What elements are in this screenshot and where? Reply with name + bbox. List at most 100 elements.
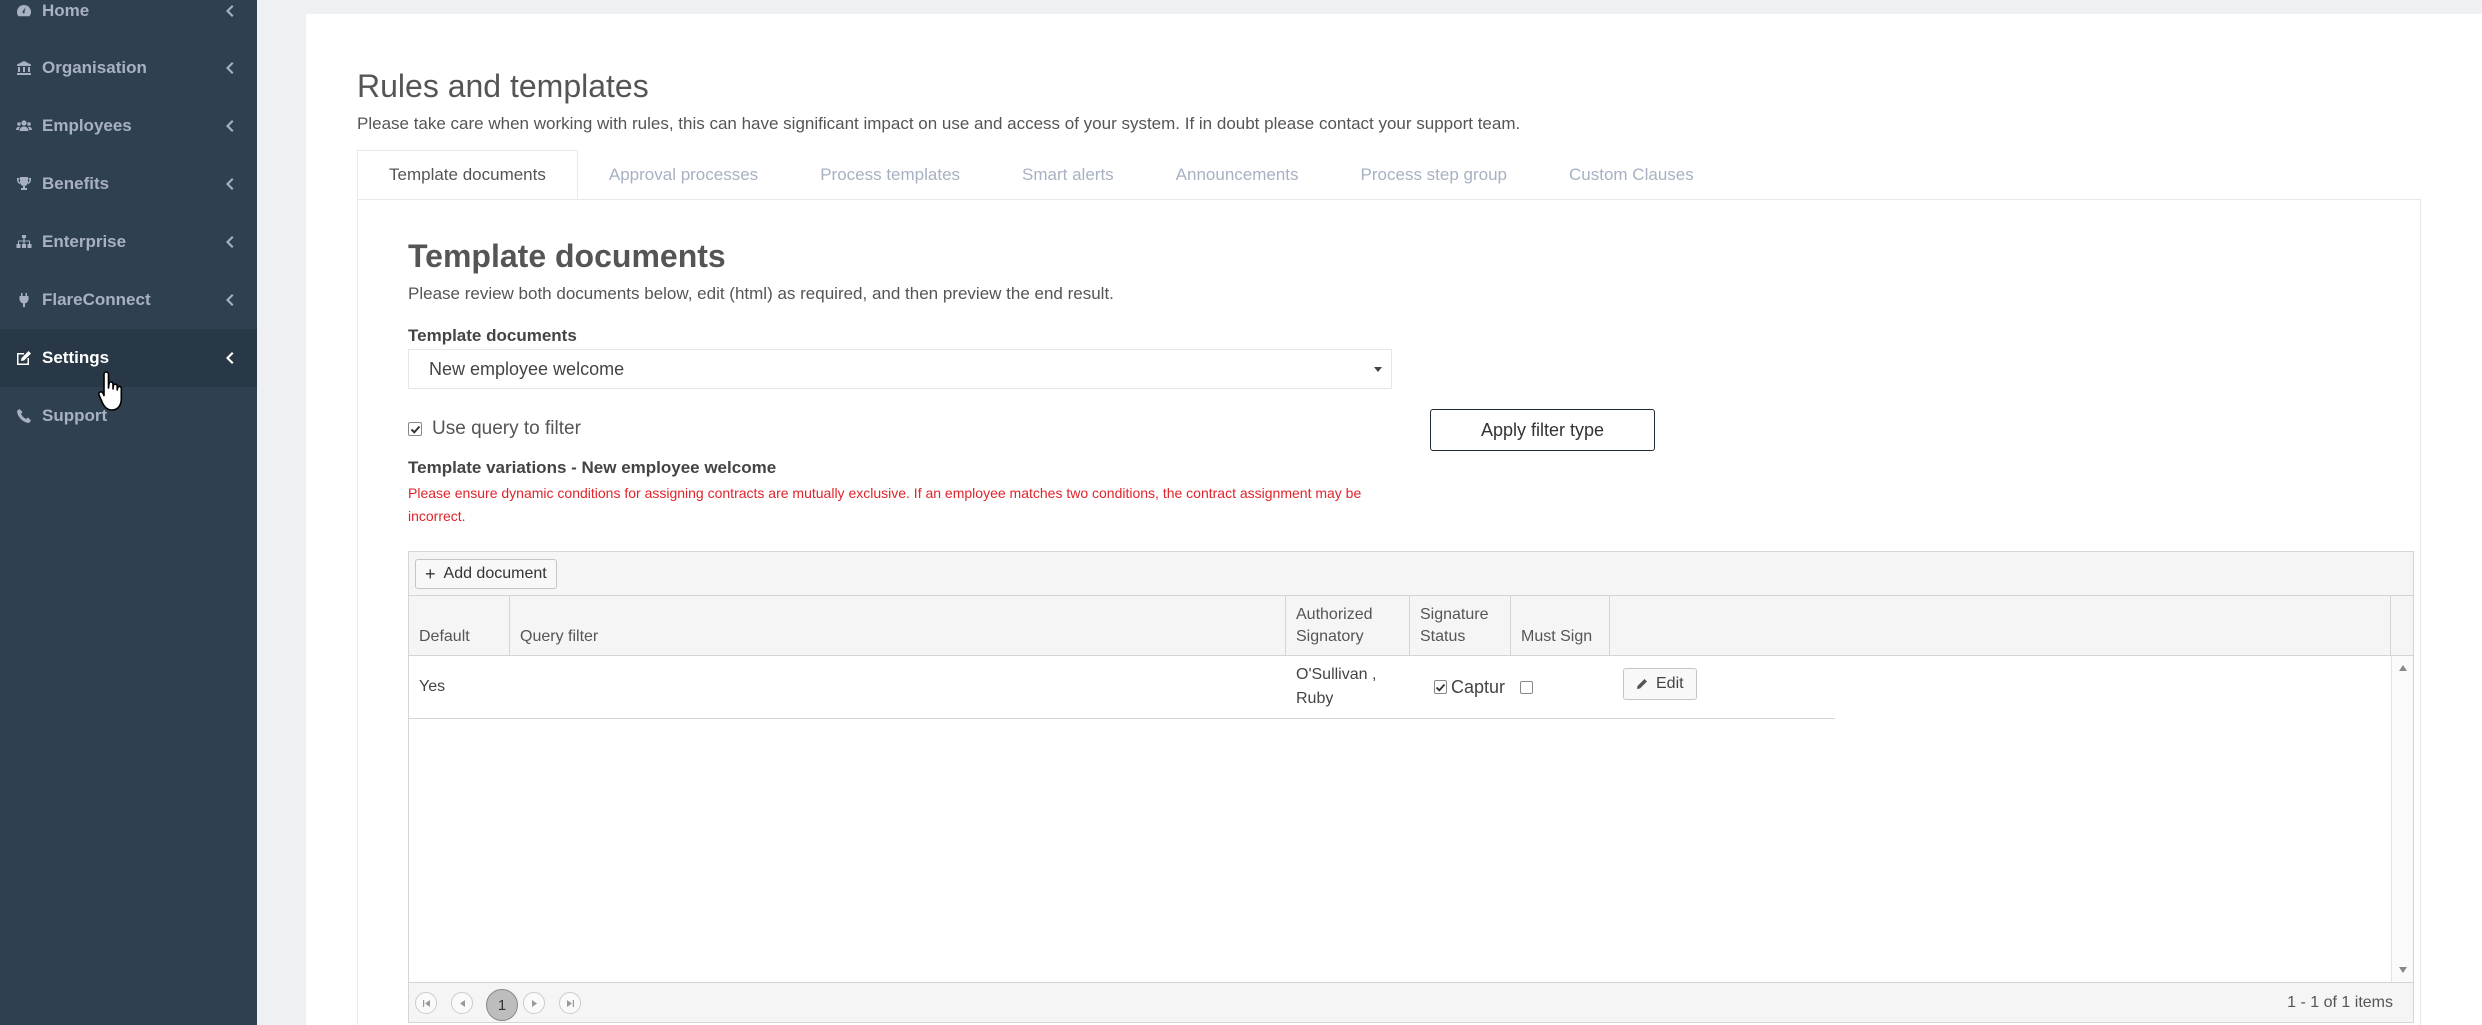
sidebar-item-label: Settings — [42, 348, 110, 367]
template-variations-title: Template variations - New employee welco… — [408, 458, 777, 477]
column-header-actions — [1610, 596, 2391, 656]
pencil-icon — [1637, 679, 1647, 689]
next-page-icon — [531, 999, 537, 1007]
last-page-button[interactable] — [559, 992, 581, 1014]
sidebar-item-label: Enterprise — [42, 232, 127, 251]
tab-announcements[interactable]: Announcements — [1145, 150, 1330, 200]
use-query-row: Use query to filter — [408, 418, 581, 440]
sidebar-item-organisation[interactable]: Organisation — [0, 39, 257, 97]
chevron-left-icon — [223, 178, 235, 190]
sitemap-icon — [14, 234, 34, 250]
chevron-left-icon — [223, 62, 235, 74]
cell-authorized-signatory: O'Sullivan , Ruby — [1286, 656, 1410, 718]
caret-down-icon — [1374, 367, 1382, 372]
edit-label: Edit — [1656, 675, 1684, 692]
first-page-button[interactable] — [415, 992, 437, 1014]
warning-message: Please ensure dynamic conditions for ass… — [408, 485, 1362, 524]
tab-approval-processes[interactable]: Approval processes — [578, 150, 789, 200]
last-page-icon — [566, 999, 574, 1007]
template-documents-label: Template documents — [408, 326, 577, 345]
chevron-left-icon — [223, 294, 235, 306]
chevron-left-icon — [223, 5, 235, 17]
grid-toolbar: + Add document — [409, 552, 2413, 596]
users-icon — [14, 118, 34, 134]
check-icon — [1435, 683, 1446, 692]
use-query-checkbox[interactable] — [408, 422, 422, 436]
sidebar-item-label: Employees — [42, 116, 132, 135]
pager-info: 1 - 1 of 1 items — [2287, 994, 2393, 1011]
page-title: Rules and templates — [357, 68, 649, 104]
tab-template-documents[interactable]: Template documents — [357, 150, 578, 200]
column-header-label: Signature — [1420, 606, 1489, 623]
sidebar-item-label: Benefits — [42, 174, 110, 193]
current-page-button[interactable]: 1 — [486, 989, 518, 1021]
edit-button[interactable]: Edit — [1623, 668, 1697, 700]
column-header-must-sign[interactable]: Must Sign — [1511, 596, 1610, 656]
tab-process-step-group[interactable]: Process step group — [1330, 150, 1538, 200]
plus-icon: + — [425, 563, 436, 584]
tab-process-templates[interactable]: Process templates — [789, 150, 991, 200]
previous-page-button[interactable] — [451, 992, 473, 1014]
column-header-label: Default — [419, 628, 470, 645]
next-page-button[interactable] — [523, 992, 545, 1014]
column-header-label: Authorized — [1296, 606, 1373, 623]
scroll-up-icon[interactable] — [2398, 664, 2408, 672]
sidebar-item-support[interactable]: Support — [0, 387, 257, 445]
column-header-label: Status — [1420, 628, 1466, 645]
trophy-icon — [14, 176, 34, 192]
tab-custom-clauses[interactable]: Custom Clauses — [1538, 150, 1725, 200]
signature-status-text: Captur — [1451, 677, 1506, 697]
sidebar-item-enterprise[interactable]: Enterprise — [0, 213, 257, 271]
sidebar-item-employees[interactable]: Employees — [0, 97, 257, 155]
institution-icon — [14, 60, 34, 76]
signatory-name-line: O'Sullivan , — [1296, 666, 1377, 683]
sidebar-item-label: Organisation — [42, 58, 147, 77]
use-query-label: Use query to filter — [432, 418, 581, 439]
edit-icon — [14, 350, 34, 366]
template-variations-grid: + Add document Default Query filter Auth… — [408, 551, 2414, 1023]
add-document-button[interactable]: + Add document — [415, 559, 557, 589]
add-document-label: Add document — [443, 565, 547, 582]
selected-document: New employee welcome — [429, 358, 625, 379]
template-document-select[interactable]: New employee welcome — [408, 349, 1392, 389]
hand-cursor-icon — [97, 371, 123, 411]
must-sign-checkbox[interactable] — [1520, 680, 1533, 694]
tab-bar: Template documents Approval processes Pr… — [357, 150, 1725, 200]
column-header-default[interactable]: Default — [409, 596, 510, 656]
dashboard-icon — [14, 3, 34, 19]
sidebar-item-flareconnect[interactable]: FlareConnect — [0, 271, 257, 329]
chevron-left-icon — [223, 120, 235, 132]
first-page-icon — [422, 999, 430, 1007]
page-description: Please take care when working with rules… — [357, 114, 1521, 133]
grid-header: Default Query filter Authorized Signator… — [409, 596, 2413, 656]
cell-must-sign — [1511, 656, 1610, 718]
signature-status-checkbox[interactable] — [1434, 680, 1447, 694]
column-header-query-filter[interactable]: Query filter — [510, 596, 1286, 656]
sidebar-item-home[interactable]: Home — [0, 0, 257, 40]
vertical-scrollbar[interactable] — [2391, 656, 2413, 982]
section-description: Please review both documents below, edit… — [408, 284, 1114, 303]
scroll-down-icon[interactable] — [2398, 966, 2408, 974]
chevron-left-icon — [223, 236, 235, 248]
section-title: Template documents — [408, 238, 726, 274]
sidebar-item-label: FlareConnect — [42, 290, 151, 309]
table-row[interactable]: Yes O'Sullivan , Ruby Captur — [409, 656, 1835, 719]
sidebar-item-benefits[interactable]: Benefits — [0, 155, 257, 213]
phone-icon — [14, 408, 34, 424]
sidebar: Home Organisation Employees Benefits Ent… — [0, 0, 257, 1025]
apply-filter-type-button[interactable]: Apply filter type — [1430, 409, 1655, 451]
sidebar-item-label: Home — [42, 1, 90, 20]
check-icon — [410, 425, 420, 434]
cell-query-filter — [510, 656, 1286, 718]
cell-default: Yes — [419, 678, 446, 695]
cell-signature-status: Captur — [1410, 656, 1511, 718]
tab-smart-alerts[interactable]: Smart alerts — [991, 150, 1145, 200]
column-header-signature-status[interactable]: Signature Status — [1410, 596, 1511, 656]
column-header-label: Must Sign — [1521, 628, 1593, 645]
grid-pager: 1 1 - 1 of 1 items — [409, 982, 2413, 1022]
column-header-label: Query filter — [520, 628, 599, 645]
chevron-left-icon — [223, 352, 235, 364]
sidebar-item-settings[interactable]: Settings — [0, 329, 257, 387]
plug-icon — [14, 292, 34, 308]
column-header-authorized-signatory[interactable]: Authorized Signatory — [1286, 596, 1410, 656]
